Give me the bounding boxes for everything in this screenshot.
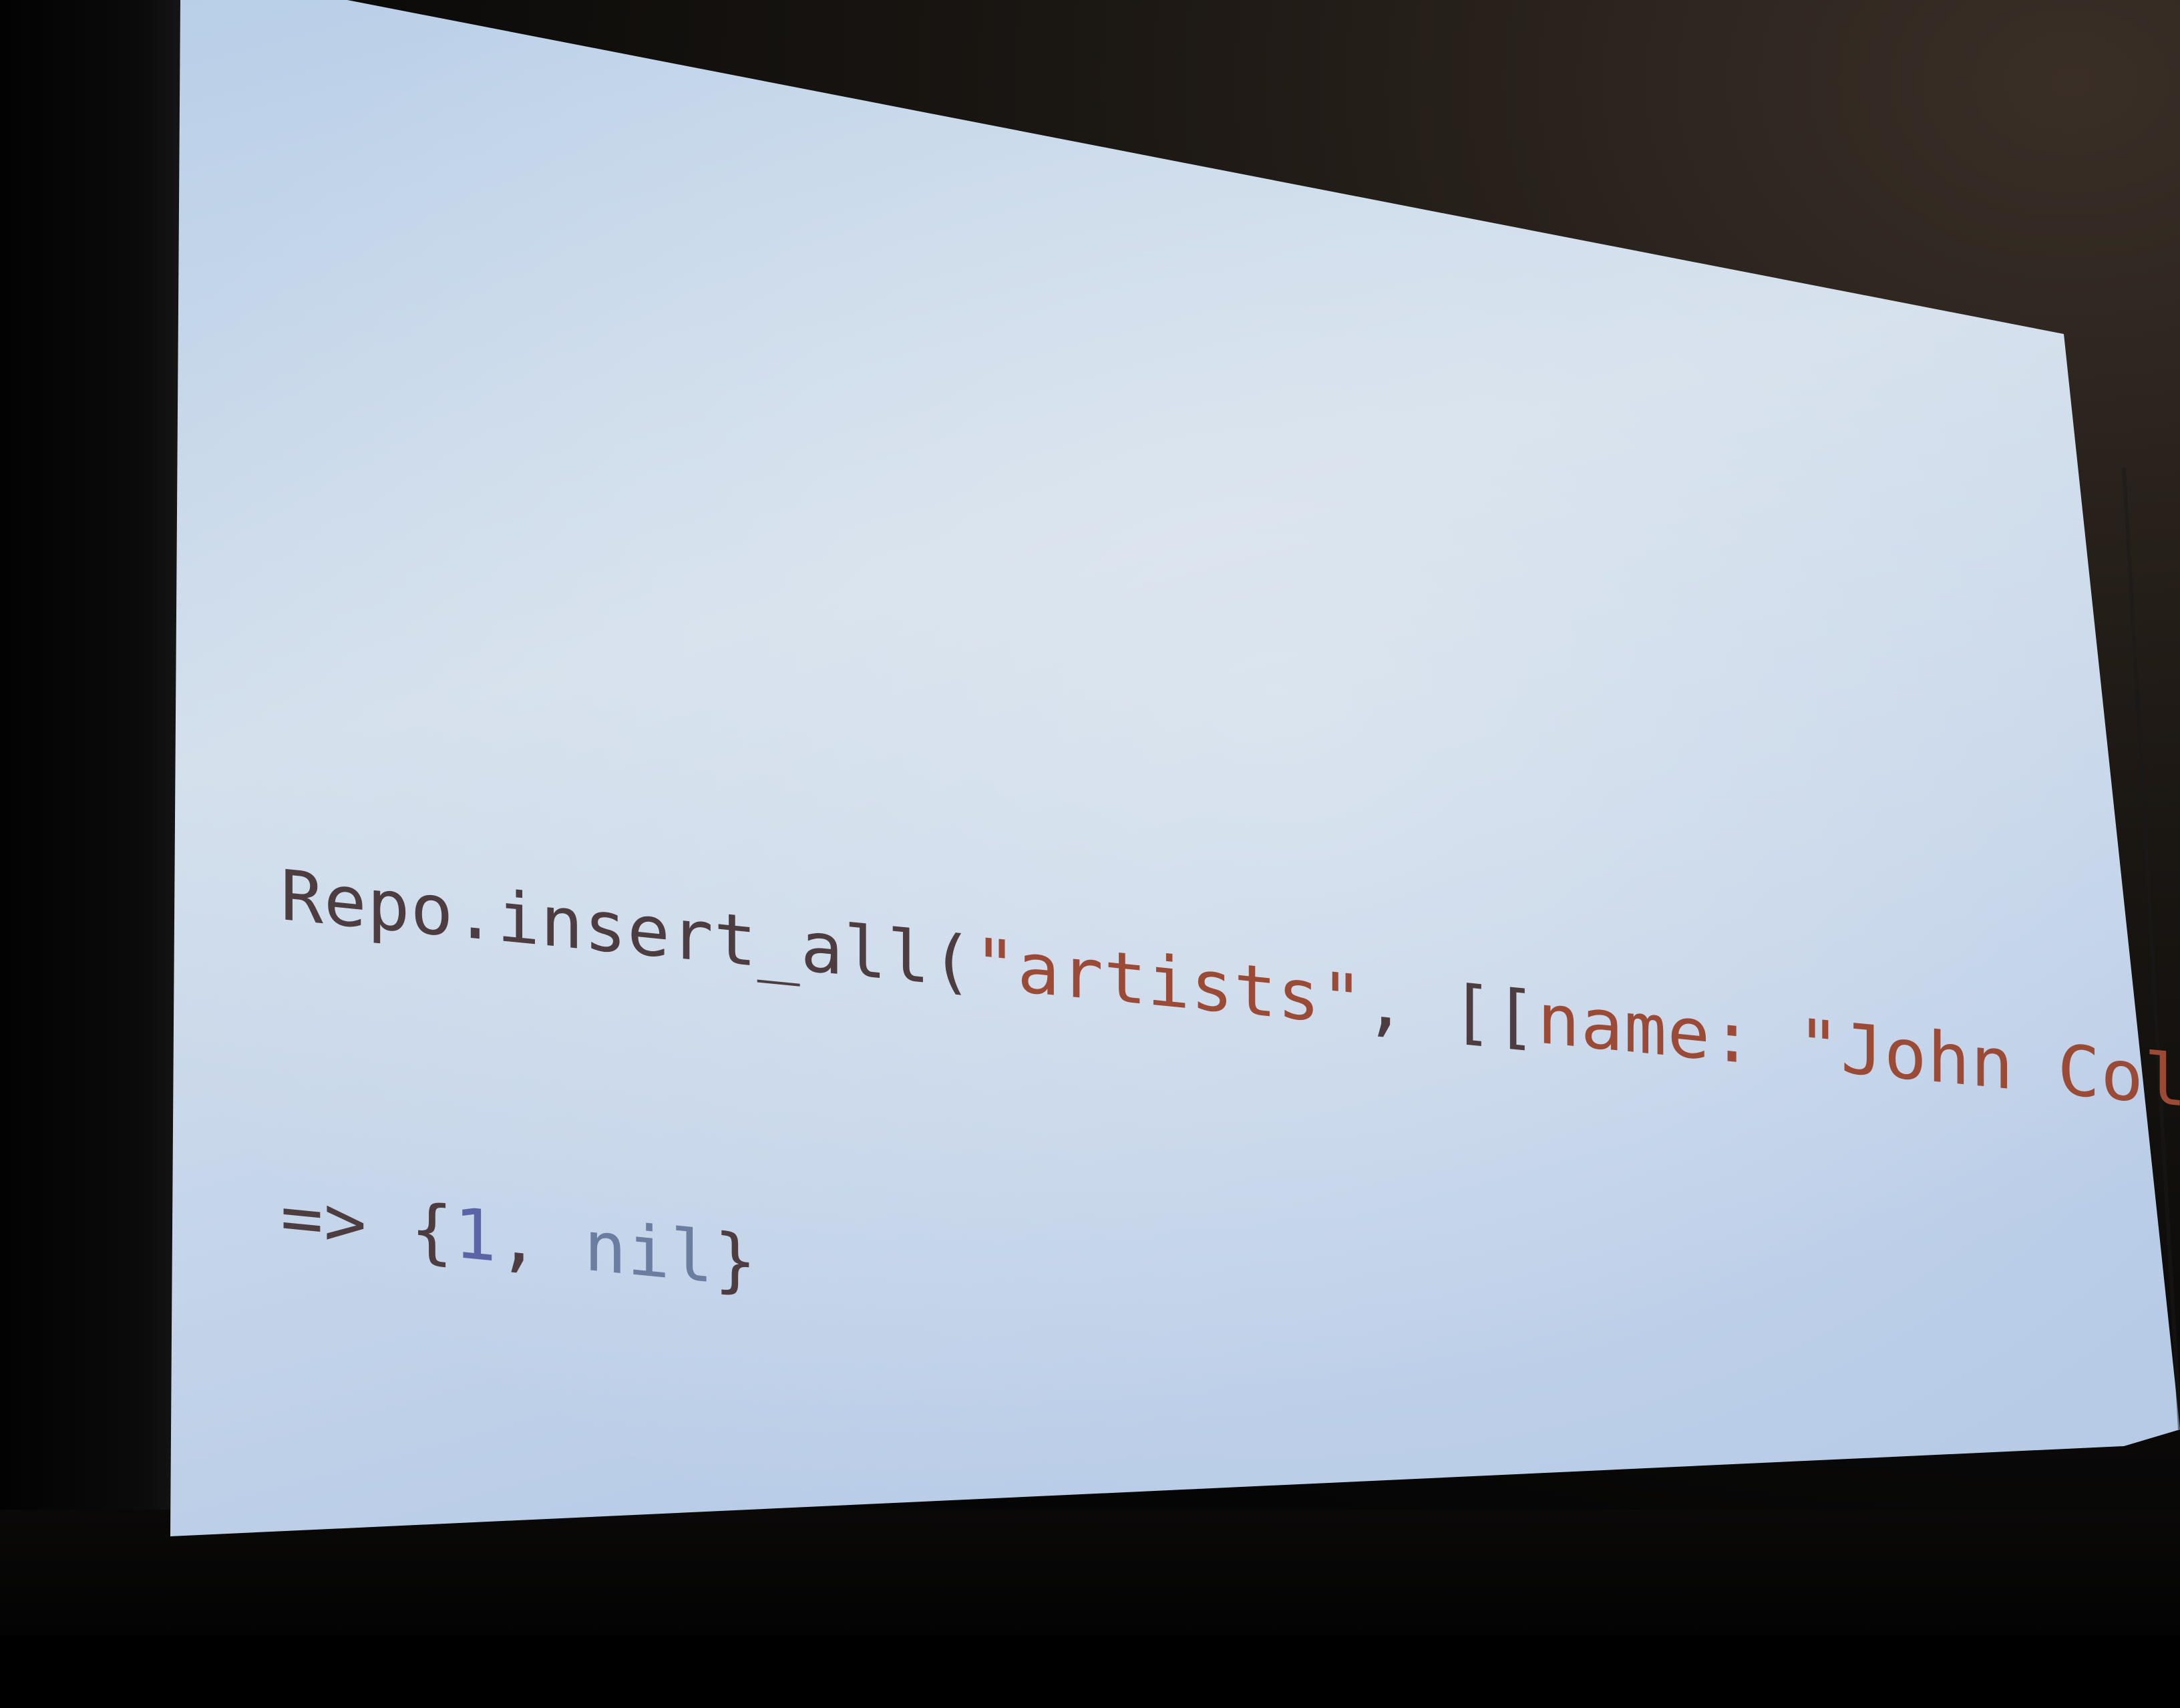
code-list-open: [[ xyxy=(1450,969,1537,1059)
code-key: name: xyxy=(1537,977,1755,1081)
code-count: 1 xyxy=(453,1192,498,1278)
code-brace-close: } xyxy=(713,1217,757,1303)
photo-background: Repo.insert_all("artists", [[name: "John… xyxy=(0,0,2180,1635)
code-call: Repo.insert_all( xyxy=(281,854,974,1004)
code-table-name: "artists" xyxy=(974,922,1365,1043)
code-nil: nil xyxy=(584,1204,714,1299)
code-brace-open: { xyxy=(410,1188,454,1274)
code-line-insert-all: Repo.insert_all("artists", [[name: "John… xyxy=(281,842,2180,1174)
code-line-result: => {1, nil} xyxy=(281,1162,2180,1494)
code-value: "John Coltrane" xyxy=(1797,1003,2180,1149)
code-arrow: => xyxy=(281,1175,411,1270)
code-comma: , xyxy=(497,1196,584,1287)
code-separator: , xyxy=(1364,961,1451,1051)
